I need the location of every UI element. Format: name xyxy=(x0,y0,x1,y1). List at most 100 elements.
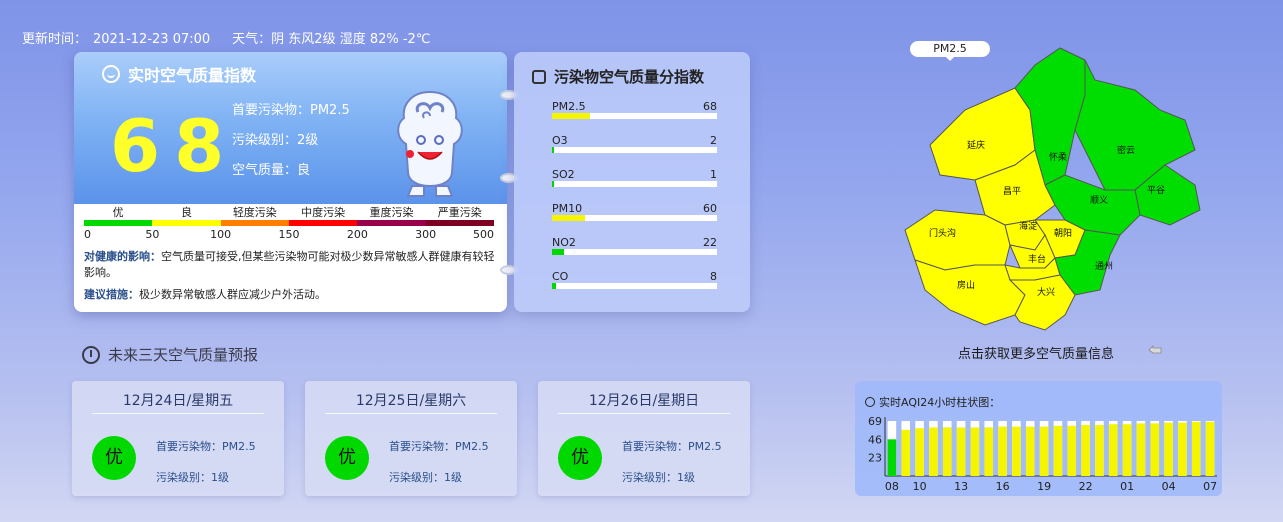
forecast-primary: 首要污染物：PM2.5 xyxy=(622,440,722,453)
air-quality: 空气质量：良 xyxy=(232,163,311,178)
smile-icon xyxy=(102,65,120,83)
scale-label: 重度污染 xyxy=(369,206,414,219)
pollutant-name: NO2 xyxy=(552,236,576,249)
map-district-label: 平谷 xyxy=(1147,185,1165,196)
y-tick-label: 23 xyxy=(868,452,882,465)
pointer-hand-icon[interactable] xyxy=(1148,345,1162,355)
forecast-primary: 首要污染物：PM2.5 xyxy=(156,440,256,453)
forecast-info: 首要污染物：PM2.5 污染级别：1级 xyxy=(389,431,489,493)
bar xyxy=(929,427,938,476)
scale-label: 优 xyxy=(112,206,124,219)
aqi-24h-bar-chart: 69 46 23 08 10 13 16 19 22 01 04 07 xyxy=(868,415,1217,493)
bar xyxy=(1191,421,1201,476)
x-tick-label: 13 xyxy=(954,480,968,493)
pollutant-value: 60 xyxy=(703,202,717,215)
pollutant-row: SO2 1 xyxy=(552,168,717,202)
pollutant-track xyxy=(552,215,717,221)
pollutant-value: 68 xyxy=(703,100,717,113)
pollutant-name: PM2.5 xyxy=(552,100,586,113)
aqi-scale: 优 良 轻度污染 中度污染 重度污染 严重污染 0 50 100 150 200 300 5… xyxy=(84,204,494,242)
scale-tick: 500 xyxy=(473,228,494,241)
map-district-label: 延庆 xyxy=(967,139,985,151)
top-status-bar: 更新时间： 2021-12-23 07:00 天气：阴 东风2级 湿度 82% -2… xyxy=(22,28,436,47)
map-district-label: 大兴 xyxy=(1037,286,1055,298)
map-district-label: 顺义 xyxy=(1090,195,1108,206)
more-info-link[interactable]: 点击获取更多空气质量信息 xyxy=(958,343,1114,362)
map-district-label: 密云 xyxy=(1117,144,1135,156)
scale-labels: 优 良 轻度污染 中度污染 重度污染 严重污染 xyxy=(84,204,494,220)
bar xyxy=(1053,425,1063,476)
pollutant-track xyxy=(552,181,717,187)
bar xyxy=(984,427,994,476)
pollutant-row: O3 2 xyxy=(552,134,717,168)
x-tick-label: 16 xyxy=(996,480,1010,493)
weather-text: 天气：阴 东风2级 湿度 82% -2℃ xyxy=(232,32,431,47)
scale-ticks: 0 50 100 150 200 300 500 xyxy=(84,226,494,242)
forecast-level: 污染级别：1级 xyxy=(156,471,229,484)
pollutant-fill xyxy=(552,181,554,187)
pollutant-card: 污染物空气质量分指数 PM2.5 68 O3 2 SO2 1 PM10 60 NO2 22 CO 8 xyxy=(514,52,750,312)
scale-tick: 0 xyxy=(84,228,91,241)
pollutant-value: 2 xyxy=(710,134,717,147)
forecast-info: 首要污染物：PM2.5 污染级别：1级 xyxy=(156,431,256,493)
y-tick-label: 46 xyxy=(868,433,882,446)
x-tick-label: 22 xyxy=(1079,480,1093,493)
pollutant-row: PM10 60 xyxy=(552,202,717,236)
pollutant-row: CO 8 xyxy=(552,270,717,304)
advice-text: 极少数异常敏感人群应减少户外活动。 xyxy=(139,288,326,301)
bar xyxy=(1205,421,1215,476)
pollutant-row: PM2.5 68 xyxy=(552,100,717,134)
pollutant-value: 1 xyxy=(710,168,717,181)
bar xyxy=(1012,426,1021,476)
quality-badge: 优 xyxy=(325,436,369,480)
scale-tick: 100 xyxy=(210,228,232,241)
bar xyxy=(998,426,1007,476)
map-district-label: 海淀 xyxy=(1019,220,1037,232)
scale-label: 轻度污染 xyxy=(232,206,277,219)
pollutant-track xyxy=(552,147,717,153)
pollutant-row: NO2 22 xyxy=(552,236,717,270)
forecast-card: 12月25日/星期六 优 首要污染物：PM2.5 污染级别：1级 xyxy=(305,381,517,496)
map-district-label: 昌平 xyxy=(1003,186,1021,197)
pollutant-name: SO2 xyxy=(552,168,575,181)
scale-tick: 200 xyxy=(346,228,368,241)
map-district-label: 丰台 xyxy=(1028,253,1046,265)
health-effect: 对健康的影响：空气质量可接受,但某些污染物可能对极少数异常敏感人群健康有较轻影响… xyxy=(84,249,498,281)
forecast-card: 12月24日/星期五 优 首要污染物：PM2.5 污染级别：1级 xyxy=(72,381,284,496)
forecast-date: 12月24日/星期五 xyxy=(122,393,234,409)
bar xyxy=(1150,423,1160,476)
x-tick-label: 04 xyxy=(1162,480,1176,493)
health-section: 对健康的影响：空气质量可接受,但某些污染物可能对极少数异常敏感人群健康有较轻影响… xyxy=(84,249,498,309)
forecast-card: 12月26日/星期日 优 首要污染物：PM2.5 污染级别：1级 xyxy=(538,381,750,496)
mascot-icon xyxy=(397,90,463,197)
bar xyxy=(1108,424,1118,476)
bar xyxy=(1178,422,1187,476)
bar xyxy=(1025,426,1035,476)
map-district-label: 通州 xyxy=(1095,261,1113,272)
bar xyxy=(1081,424,1090,476)
pollution-level: 污染级别：2级 xyxy=(232,133,319,148)
map-district-label: 朝阳 xyxy=(1054,228,1072,239)
primary-pollutant: 首要污染物：PM2.5 xyxy=(232,103,350,118)
pollutant-fill xyxy=(552,215,585,221)
pollutant-fill xyxy=(552,249,564,255)
forecast-title-text: 未来三天空气质量预报 xyxy=(108,346,259,364)
pollutant-track xyxy=(552,113,717,119)
quality-badge: 优 xyxy=(558,436,602,480)
pollutant-fill xyxy=(552,113,590,119)
divider xyxy=(325,413,497,414)
pollutant-track xyxy=(552,249,717,255)
bar xyxy=(901,429,911,476)
divider xyxy=(92,413,264,414)
aqi-info: 首要污染物：PM2.5 污染级别：2级 空气质量：良 xyxy=(232,96,350,186)
forecast-level: 污染级别：1级 xyxy=(622,471,695,484)
quality-badge: 优 xyxy=(92,436,136,480)
bar xyxy=(1095,424,1104,476)
beijing-map[interactable]: 延庆 怀柔 密云 昌平 平谷 顺义 门头沟 海淀 朝阳 丰台 通州 房山 大兴 xyxy=(895,40,1215,335)
x-tick-label: 01 xyxy=(1120,480,1134,493)
pollutant-name: O3 xyxy=(552,134,568,147)
scale-label: 严重污染 xyxy=(437,206,482,219)
bar xyxy=(1164,422,1173,476)
aqi-title-text: 实时空气质量指数 xyxy=(128,66,257,85)
pollutant-list: PM2.5 68 O3 2 SO2 1 PM10 60 NO2 22 CO 8 xyxy=(552,100,717,304)
